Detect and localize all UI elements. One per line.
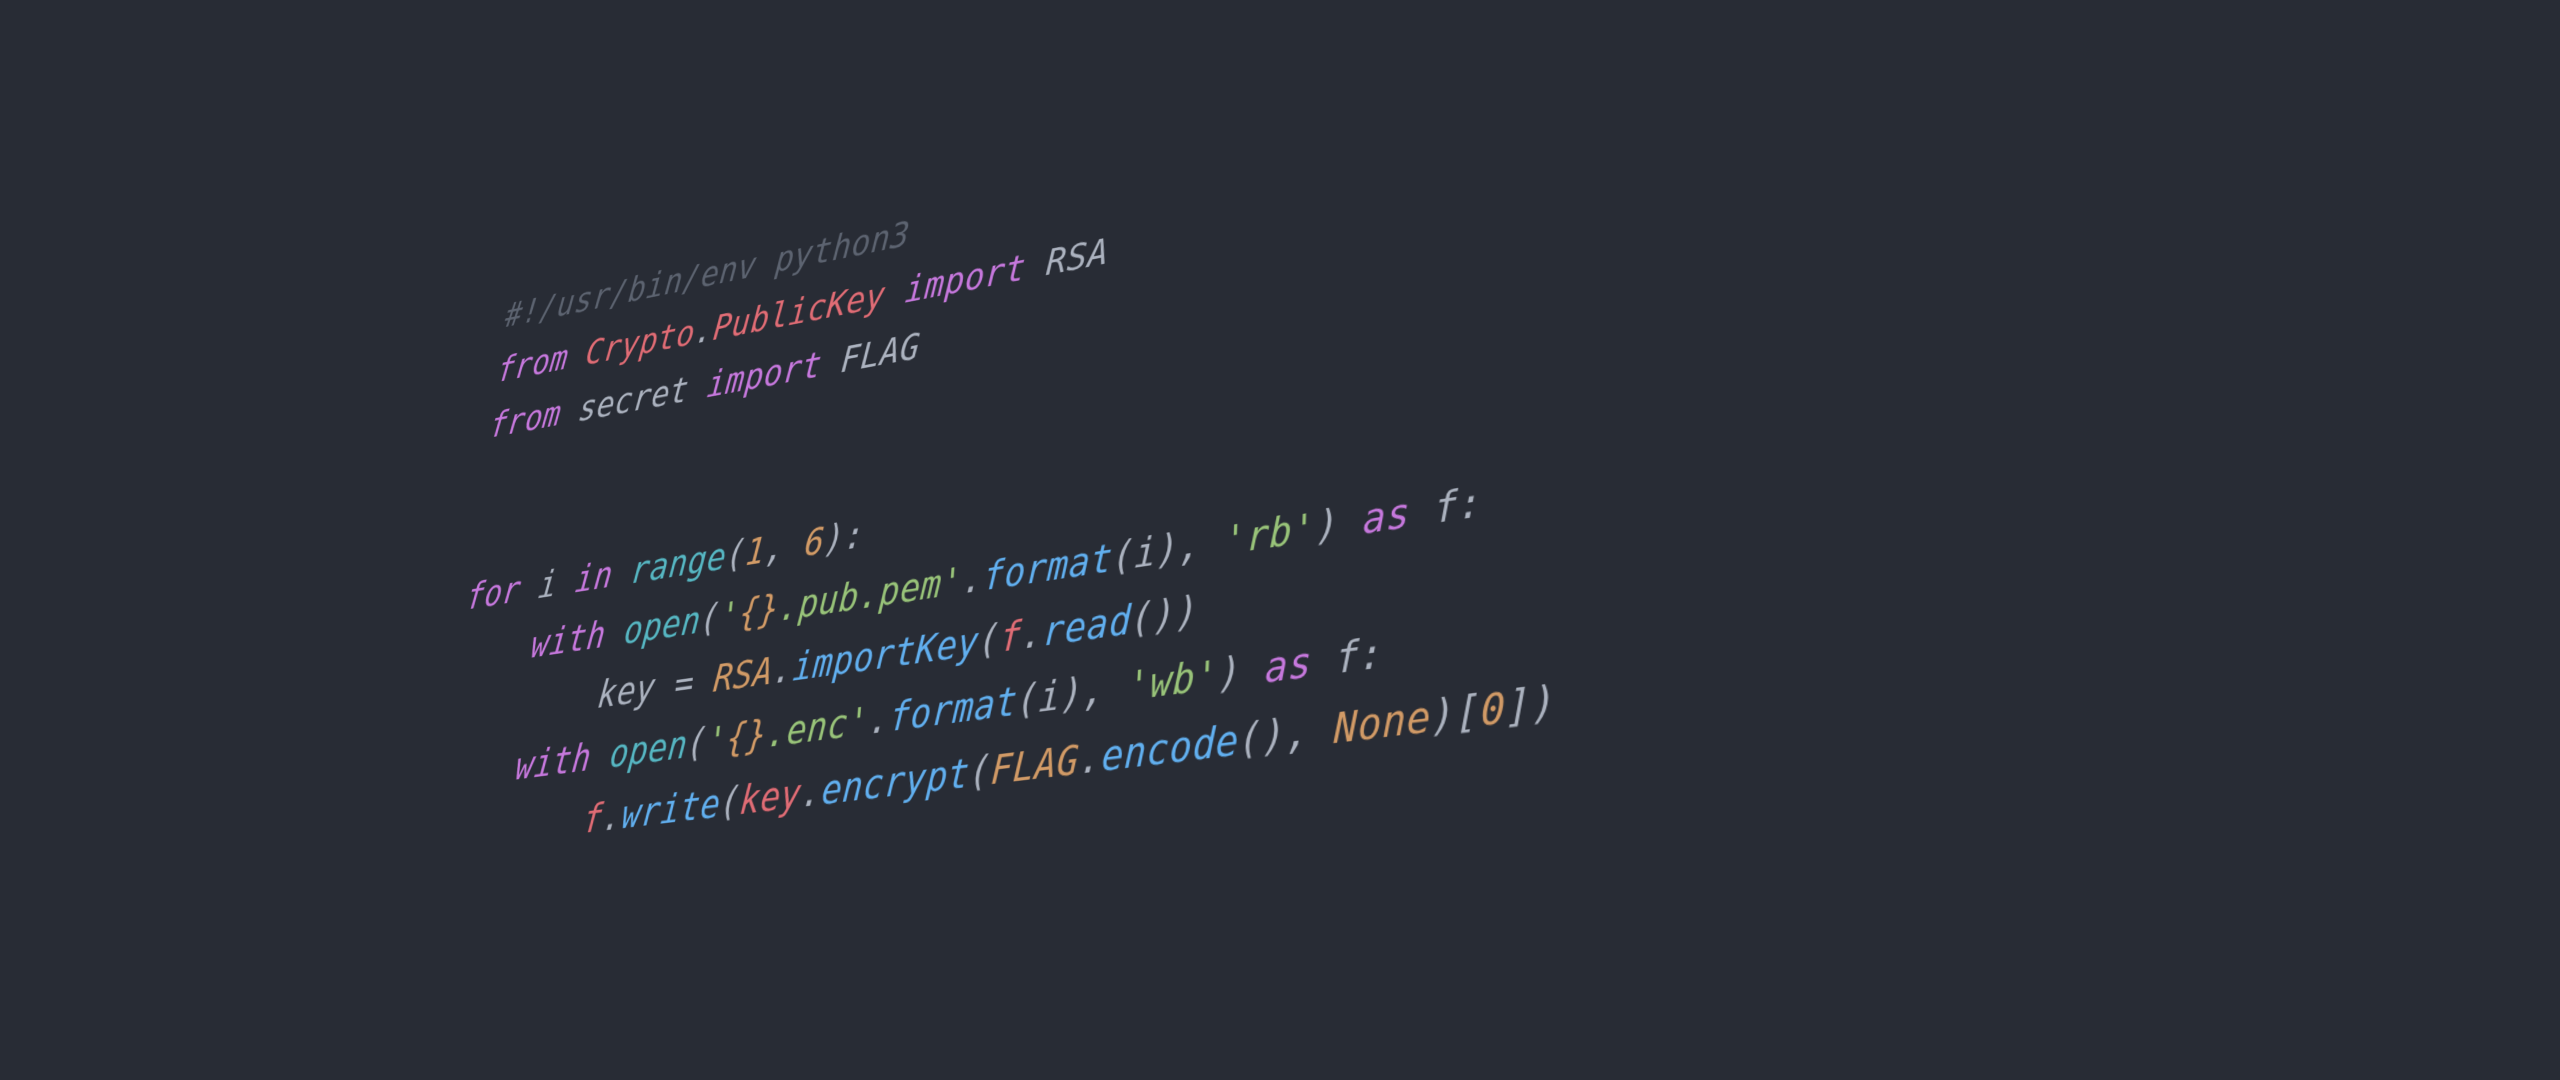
code-token: with (513, 735, 594, 789)
python-source-code[interactable]: #!/usr/bin/env python3 from Crypto.Public… (430, 70, 1557, 870)
code-token: ) (1315, 497, 1364, 551)
code-token: format (887, 678, 1019, 741)
code-plane: #!/usr/bin/env python3 from Crypto.Public… (430, 70, 1557, 870)
code-token: f (1409, 482, 1459, 537)
code-token: = (653, 657, 717, 709)
code-token: key (595, 666, 658, 717)
code-token: RSA (1045, 230, 1110, 284)
code-token: open (621, 598, 704, 653)
code-token: FLAG (989, 736, 1081, 794)
code-token: )[ (1430, 686, 1482, 742)
code-token: : (1458, 478, 1483, 530)
code-token: ( (1111, 532, 1136, 581)
code-token: as (1362, 489, 1411, 544)
code-token: 0 (1480, 683, 1507, 736)
code-token: as (1264, 638, 1313, 693)
code-token: from (487, 393, 564, 446)
code-token: . (1077, 733, 1103, 784)
code-token: ): (822, 512, 867, 562)
code-token: in (573, 553, 616, 602)
code-token: {} (737, 586, 782, 636)
code-token: 'wb' (1126, 651, 1220, 711)
wallpaper-canvas: #!/usr/bin/env python3 from Crypto.Public… (0, 0, 2560, 1080)
code-token: (), (1238, 704, 1335, 765)
code-token: f (1311, 632, 1361, 687)
code-token: ()) (1129, 587, 1200, 644)
code-token: read (1041, 597, 1133, 656)
code-token: format (982, 535, 1114, 600)
code-token: range (628, 535, 729, 593)
code-token: {} (724, 712, 770, 762)
code-token: FLAG (839, 325, 922, 382)
code-token: encrypt (819, 750, 972, 815)
code-token: ]) (1505, 676, 1557, 733)
code-token: i (1037, 672, 1063, 722)
code-token: i (1133, 528, 1158, 578)
code-token: encode (1100, 716, 1240, 781)
code-token: : (1359, 629, 1385, 681)
code-token: RSA (711, 649, 776, 701)
code-token: .enc' (764, 698, 871, 757)
code-token: , (763, 522, 807, 572)
code-token: for (464, 568, 524, 619)
code-token: with (528, 613, 609, 667)
code-token: None (1333, 692, 1432, 754)
code-token: write (619, 781, 723, 838)
code-token: 'rb' (1223, 504, 1317, 565)
code-token: from (495, 338, 571, 391)
code-token: ) (1217, 645, 1266, 699)
code-token: key (738, 771, 804, 824)
code-token: ), (1059, 663, 1129, 719)
code-token: ), (1155, 518, 1226, 575)
code-token: open (607, 722, 690, 777)
code-perspective-stage: #!/usr/bin/env python3 from Crypto.Public… (0, 0, 2560, 1080)
